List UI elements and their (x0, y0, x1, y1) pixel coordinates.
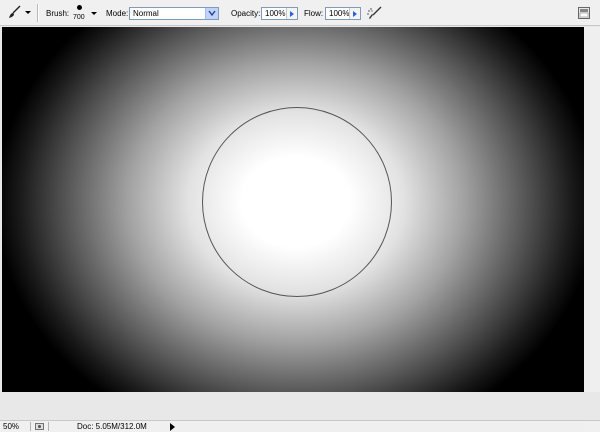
brush-label: Brush: (46, 9, 70, 18)
chevron-down-icon (208, 10, 216, 17)
flow-label: Flow: (304, 9, 324, 18)
divider (30, 422, 31, 431)
flow-slider-arrow[interactable] (349, 8, 360, 19)
document-canvas[interactable] (2, 27, 584, 392)
tool-preset-picker[interactable] (6, 4, 32, 22)
divider (48, 422, 49, 431)
opacity-slider-arrow[interactable] (286, 8, 297, 19)
vertical-scrollbar[interactable] (584, 27, 600, 392)
brush-cursor-outline (202, 107, 392, 297)
chevron-down-icon (25, 11, 31, 14)
opacity-value: 100% (265, 9, 286, 18)
flow-value: 100% (329, 9, 350, 18)
palette-well-icon[interactable] (578, 7, 590, 19)
opacity-label: Opacity: (231, 9, 261, 18)
flow-field[interactable]: 100% (325, 7, 361, 20)
brush-tip-icon (77, 5, 82, 10)
document-info-icon[interactable] (35, 422, 44, 431)
options-bar: Brush: 700 Mode: Normal Opacity: 100% Fl… (0, 0, 600, 26)
horizontal-scrollbar[interactable] (178, 421, 584, 432)
brush-icon (9, 5, 21, 18)
opacity-field[interactable]: 100% (261, 7, 298, 20)
brush-picker[interactable]: 700 (71, 3, 89, 23)
mode-dropdown-button[interactable] (205, 8, 218, 19)
divider (37, 4, 39, 22)
mode-value: Normal (133, 9, 159, 18)
mode-select[interactable]: Normal (129, 7, 219, 20)
zoom-level[interactable]: 50% (3, 423, 19, 431)
brush-picker-arrow[interactable] (91, 12, 97, 15)
airbrush-icon[interactable] (367, 5, 383, 21)
mode-label: Mode: (106, 9, 129, 18)
document-size-info: Doc: 5.05M/312.0M (77, 422, 147, 431)
status-menu-arrow-icon[interactable] (170, 423, 175, 431)
brush-size-value: 700 (73, 14, 85, 21)
